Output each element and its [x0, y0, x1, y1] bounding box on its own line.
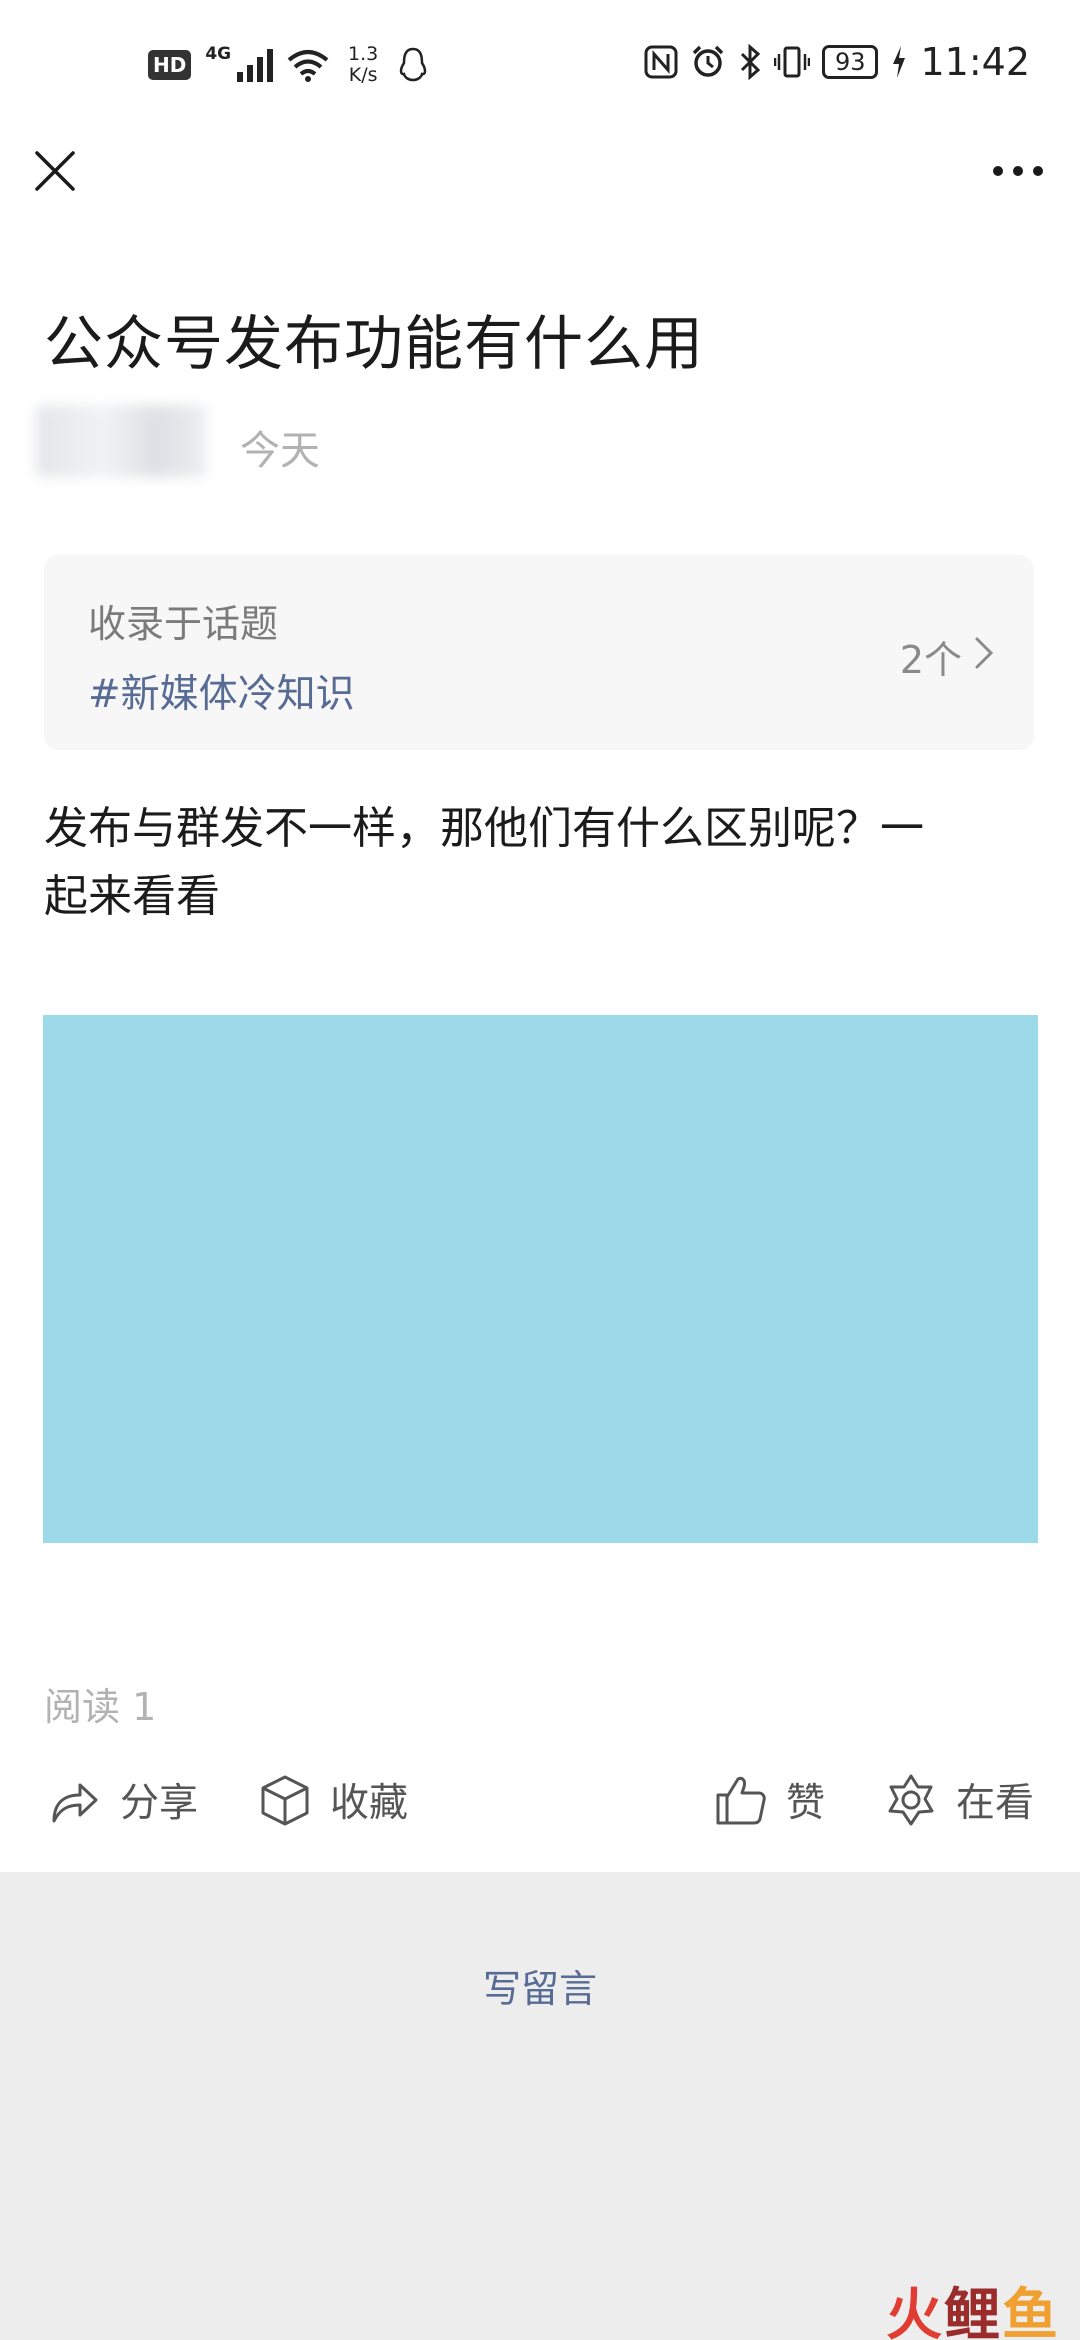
thumbs-up-icon [716, 1776, 766, 1825]
read-count: 阅读 1 [44, 1685, 157, 1729]
clock: 11:42 [920, 40, 1030, 84]
speed-value: 1.3 [348, 43, 379, 65]
watermark-char: 鲤 [944, 2283, 1002, 2340]
like-label: 赞 [786, 1781, 826, 1826]
network-type: 4G [205, 44, 232, 64]
watermark-char: 鱼 [1002, 2283, 1060, 2340]
status-bar: HD 4G 1.3 K/s 93 11:42 [0, 38, 1080, 98]
vibrate-icon [773, 46, 810, 78]
publish-date: 今天 [240, 428, 320, 474]
more-options-icon[interactable] [990, 156, 1046, 186]
article-title: 公众号发布功能有什么用 [44, 309, 705, 378]
box-icon [261, 1775, 309, 1826]
author-name-blurred[interactable] [36, 405, 206, 477]
signal-icon [237, 49, 274, 82]
favorite-button[interactable]: 收藏 [258, 1770, 408, 1830]
charging-icon [893, 46, 906, 78]
share-label: 分享 [120, 1781, 199, 1826]
topic-label: 收录于话题 [88, 602, 279, 646]
speed-unit: K/s [348, 64, 378, 86]
like-button[interactable]: 赞 [714, 1770, 825, 1830]
write-comment-button[interactable]: 写留言 [0, 1958, 1080, 2013]
qq-icon [399, 47, 427, 82]
looking-button[interactable]: 在看 [884, 1770, 1034, 1830]
body-line: 起来看看 [44, 871, 220, 922]
status-right: 93 11:42 [644, 40, 1030, 84]
share-icon [52, 1783, 98, 1823]
article-image[interactable] [43, 1015, 1038, 1543]
status-left: HD 4G 1.3 K/s [148, 44, 429, 86]
favorite-label: 收藏 [330, 1781, 409, 1826]
chevron-right-icon [975, 637, 994, 669]
watermark-logo: 火鲤鱼 [886, 2270, 1060, 2340]
body-line: 发布与群发不一样，那他们有什么区别呢？一 [44, 803, 924, 854]
battery-level: 93 [821, 45, 879, 79]
wifi-icon [287, 50, 329, 82]
looking-label: 在看 [956, 1781, 1035, 1826]
topic-card[interactable]: 收录于话题 #新媒体冷知识 2个 [44, 555, 1034, 750]
network-speed: 1.3 K/s [343, 44, 383, 86]
alarm-icon [692, 45, 724, 77]
flower-icon [888, 1774, 934, 1826]
topic-count: 2个 [899, 638, 962, 682]
bluetooth-icon [740, 44, 761, 80]
topic-tag[interactable]: #新媒体冷知识 [88, 663, 355, 719]
hd-badge: HD [148, 50, 192, 80]
watermark-char: 火 [886, 2283, 944, 2340]
nfc-icon [644, 45, 678, 79]
article-page: HD 4G 1.3 K/s 93 11:42 公众号发布功能有什么用 今天 收录… [0, 0, 1080, 1872]
article-body: 发布与群发不一样，那他们有什么区别呢？一 起来看看 [44, 795, 1044, 931]
share-button[interactable]: 分享 [48, 1770, 198, 1830]
close-icon[interactable] [34, 150, 76, 192]
